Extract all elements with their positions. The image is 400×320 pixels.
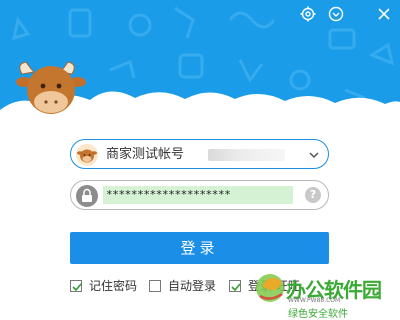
checkmark-icon xyxy=(231,283,241,292)
watermark-site: WWW.PW88.COM xyxy=(288,297,341,304)
watermark-slogan: 绿色安全软件 xyxy=(288,309,348,320)
close-button[interactable] xyxy=(376,6,392,22)
account-avatar xyxy=(76,144,98,166)
watermark: 办公软件园 WWW.PW88.COM 绿色安全软件 xyxy=(248,266,400,320)
login-wangwang-checkbox[interactable] xyxy=(229,280,241,292)
password-input[interactable]: ******************** xyxy=(106,186,231,204)
auto-login-label: 自动登录 xyxy=(168,279,217,293)
lock-icon xyxy=(76,185,98,207)
help-icon[interactable]: ? xyxy=(305,187,321,203)
minimize-button[interactable] xyxy=(328,6,344,22)
account-redacted xyxy=(208,149,285,161)
login-button[interactable]: 登录 xyxy=(70,232,329,264)
login-window: 商家测试帐号 ******************** ? 登录 记住密码 自动… xyxy=(0,0,400,320)
close-icon xyxy=(378,8,390,20)
cow-avatar-icon xyxy=(77,149,97,163)
checkmark-icon xyxy=(72,283,82,292)
remember-password-option[interactable]: 记住密码 xyxy=(70,279,140,295)
chevron-down-icon[interactable] xyxy=(308,150,320,160)
minimize-icon xyxy=(328,6,344,22)
account-input[interactable]: 商家测试帐号 xyxy=(106,146,184,163)
auto-login-checkbox[interactable] xyxy=(149,280,161,292)
gear-icon xyxy=(300,6,316,22)
settings-button[interactable] xyxy=(300,6,316,22)
remember-password-label: 记住密码 xyxy=(89,279,138,293)
cow-mascot xyxy=(16,61,86,114)
password-field[interactable]: ******************** ? xyxy=(70,180,329,210)
account-field[interactable]: 商家测试帐号 xyxy=(70,139,329,169)
auto-login-option[interactable]: 自动登录 xyxy=(149,279,219,295)
remember-password-checkbox[interactable] xyxy=(70,280,82,292)
